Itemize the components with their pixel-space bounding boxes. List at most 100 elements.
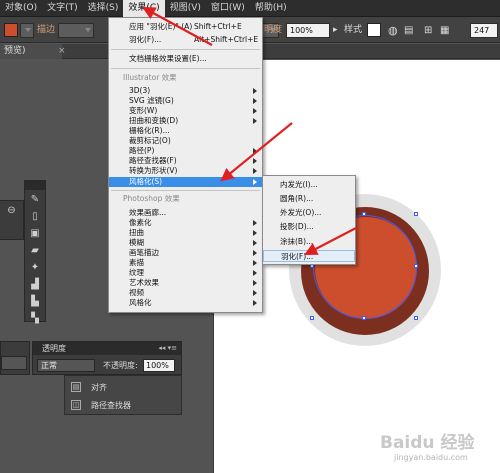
menu-item-crop-marks[interactable]: 裁剪标记(O) [109,136,262,146]
submenu-item-drop-shadow[interactable]: 投影(D)... [263,221,355,233]
submenu-arrow-icon [253,179,257,185]
style-label: 样式 [344,25,363,35]
style-swatch[interactable] [367,23,381,37]
menu-item-path[interactable]: 路径(P) [109,146,262,156]
submenu-arrow-icon [253,118,257,124]
panel-menu-icon[interactable]: ◂◂ ▾≡ [158,342,177,355]
menu-select[interactable]: 选择(S) [83,0,124,17]
effect-menu: 应用 "羽化(E)" (A) Shift+Ctrl+E 羽化(F)... Alt… [108,17,263,313]
tools-panel: ✎ ▯ ▣ ▰ ✦ ▟ ▙ ▚ [24,180,46,324]
handle-top-right[interactable] [414,212,418,216]
opacity-field[interactable]: 100% [286,23,330,38]
menu-item-pixelate[interactable]: 像素化 [109,218,262,228]
collapsed-panels-list: ▤ 对齐 ◫ 路径查找器 [64,375,182,415]
submenu-item-inner-glow[interactable]: 内发光(I)... [263,179,355,191]
stroke-weight-field[interactable] [58,23,94,38]
handle-middle-right[interactable] [414,264,418,268]
menu-help[interactable]: 帮助(H) [250,0,292,17]
symbol-sprayer-icon[interactable]: ✎ [27,193,43,207]
menu-item-distort-transform[interactable]: 扭曲和变换(D) [109,116,262,126]
transparency-panel-header[interactable]: 透明度 ◂◂ ▾≡ [33,342,181,355]
menu-item-convert-to-shape[interactable]: 转换为形状(V) [109,166,262,176]
transparency-opacity-field[interactable]: 100% [143,359,175,372]
submenu-arrow-icon [253,88,257,94]
menu-item-last-effect[interactable]: 羽化(F)... Alt+Shift+Ctrl+E [109,35,262,45]
menu-bar: 对象(O) 文字(T) 选择(S) 效果(C) 视图(V) 窗口(W) 帮助(H… [0,0,500,17]
submenu-arrow-icon [253,220,257,226]
document-tab[interactable]: 预览) [0,44,62,59]
menu-item-blur[interactable]: 模糊 [109,238,262,248]
artboard-tool-icon[interactable]: ▣ [27,227,43,241]
menu-object[interactable]: 对象(O) [0,0,42,17]
menu-item-3d[interactable]: 3D(3) [109,86,262,96]
submenu-arrow-icon [253,260,257,266]
apply-last-shortcut: Shift+Ctrl+E [194,22,242,31]
apply-last-label: 应用 "羽化(E)" (A) [129,22,193,31]
opacity-dropdown-arrow[interactable]: ▸ [333,23,338,38]
submenu-arrow-icon [253,290,257,296]
align-icon[interactable]: ▤ [404,23,413,38]
menu-item-artistic[interactable]: 艺术效果 [109,278,262,288]
paint-bucket-icon[interactable]: ▙ [27,295,43,309]
submenu-arrow-icon [253,270,257,276]
menu-item-ps-stylize[interactable]: 风格化 [109,298,262,308]
handle-top-center[interactable] [362,212,366,216]
fill-swatch[interactable] [4,23,18,37]
gear-icon[interactable]: ✦ [27,261,43,275]
submenu-item-scribble[interactable]: 涂抹(B)... [263,236,355,248]
shape-builder-icon[interactable]: ▚ [27,312,43,326]
menu-item-sketch[interactable]: 素描 [109,258,262,268]
watermark-url: jingyan.baidu.com [394,453,468,462]
menu-item-distort[interactable]: 扭曲 [109,228,262,238]
align-panel-label: 对齐 [91,382,107,392]
menu-item-apply-last-effect[interactable]: 应用 "羽化(E)" (A) Shift+Ctrl+E [109,22,262,32]
pathfinder-panel-item[interactable]: ◫ 路径查找器 [71,397,131,413]
menu-item-pathfinder[interactable]: 路径查找器(F) [109,156,262,166]
menu-item-warp[interactable]: 变形(W) [109,106,262,116]
submenu-arrow-icon [253,168,257,174]
photoshop-effects-header: Photoshop 效果 [123,194,180,203]
image-trace-icon[interactable]: ▟ [27,278,43,292]
graph-tool-icon[interactable]: ▯ [27,210,43,224]
menu-item-texture[interactable]: 纹理 [109,268,262,278]
menu-effect[interactable]: 效果(C) [123,0,165,17]
menu-item-rasterize[interactable]: 栅格化(R)... [109,126,262,136]
transparency-panel: 透明度 ◂◂ ▾≡ 正常 不透明度: 100% [32,341,182,375]
menu-separator [111,49,260,50]
stroke-panel-field[interactable] [1,356,27,370]
fill-dropdown[interactable] [20,23,34,38]
submenu-item-outer-glow[interactable]: 外发光(O)... [263,207,355,219]
stroke-panel-fragment [0,341,30,375]
menu-item-stylize[interactable]: 风格化(S) [109,177,262,187]
menu-item-svg-filters[interactable]: SVG 滤镜(G) [109,96,262,106]
illustrator-effects-header: Illustrator 效果 [123,73,177,82]
handle-bottom-center[interactable] [362,316,366,320]
stroke-label[interactable]: 描边 [37,23,55,38]
tools-panel-header[interactable] [25,181,45,190]
close-tab-icon[interactable]: × [58,46,68,56]
pathfinder-icon: ◫ [71,400,81,410]
recolor-icon[interactable]: ◍ [388,23,398,38]
menu-item-video[interactable]: 视频 [109,288,262,298]
menu-item-brush-strokes[interactable]: 画笔描边 [109,248,262,258]
menu-item-document-raster-settings[interactable]: 文档栅格效果设置(E)... [109,54,262,64]
menu-item-effect-gallery[interactable]: 效果画廊... [109,208,262,218]
submenu-item-round-corners[interactable]: 圆角(R)... [263,193,355,205]
handle-bottom-left[interactable] [310,316,314,320]
align-panel-item[interactable]: ▤ 对齐 [71,379,107,395]
menu-separator [111,190,260,191]
reference-point-icon[interactable]: ▦ [440,23,449,38]
opacity-label[interactable]: 明度 [264,23,282,38]
menu-window[interactable]: 窗口(W) [206,0,250,17]
menu-view[interactable]: 视图(V) [165,0,206,17]
handle-bottom-right[interactable] [414,316,418,320]
x-field[interactable]: 247 [470,23,498,38]
blend-mode-select[interactable]: 正常 [37,359,95,372]
transform-grid-icon[interactable]: ⊞ [424,23,432,38]
align-icon: ▤ [71,382,81,392]
menu-type[interactable]: 文字(T) [42,0,83,17]
slice-tool-icon[interactable]: ▰ [27,244,43,258]
chain-icon[interactable]: ⊖ [4,204,20,218]
submenu-item-feather[interactable]: 羽化(F)... [263,250,355,262]
submenu-arrow-icon [253,158,257,164]
